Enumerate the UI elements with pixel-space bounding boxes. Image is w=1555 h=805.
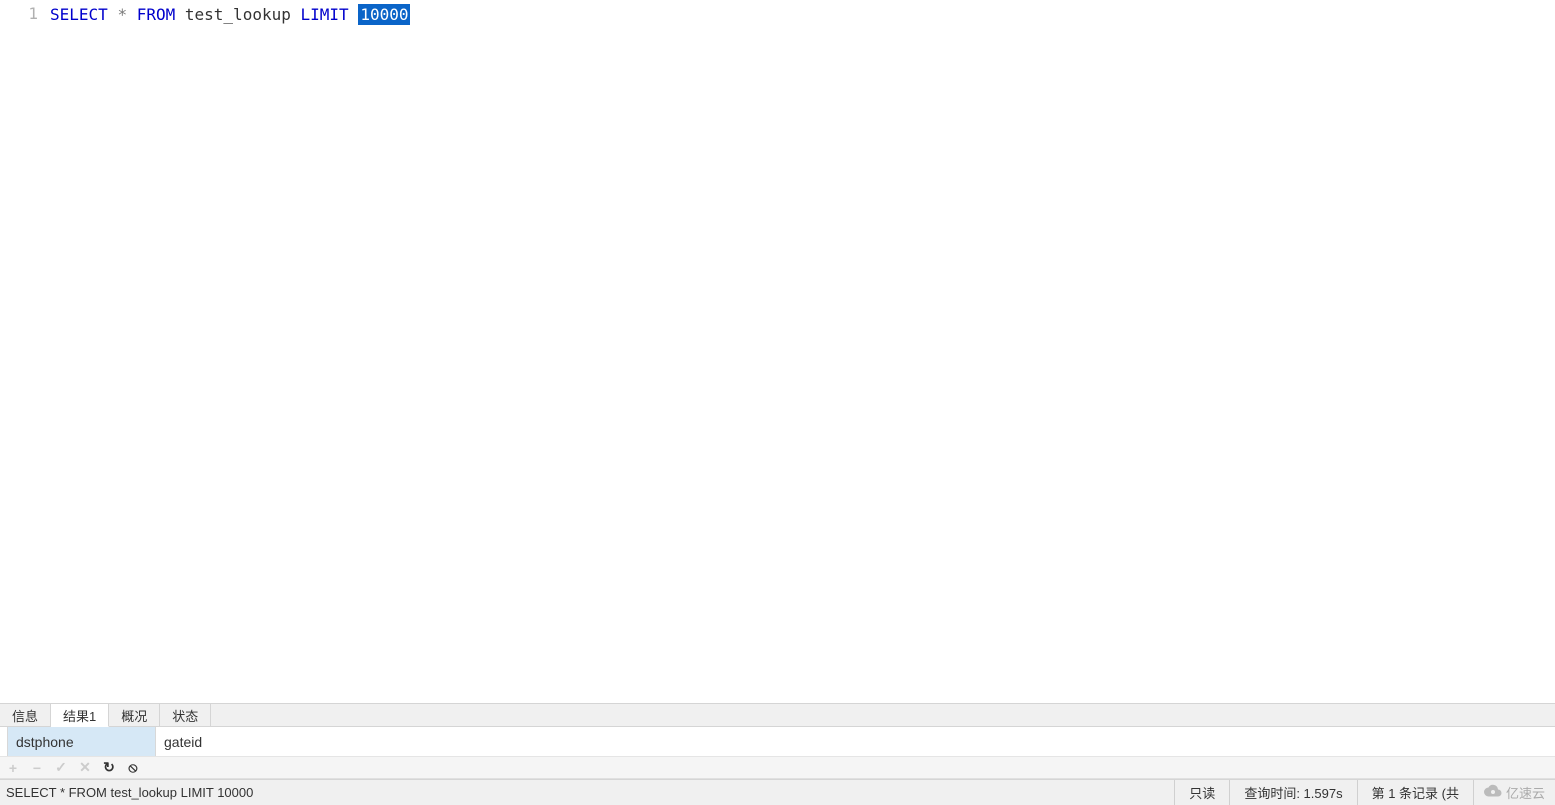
sql-editor[interactable]: 1 SELECT * FROM test_lookup LIMIT 10000 — [0, 0, 1555, 703]
tab-info[interactable]: 信息 — [0, 704, 51, 726]
refresh-button[interactable]: ↻ — [102, 761, 116, 775]
refresh-icon: ↻ — [103, 759, 115, 776]
tab-label: 概况 — [121, 706, 147, 725]
status-query-text: SELECT * FROM test_lookup LIMIT 10000 — [0, 780, 1174, 805]
watermark-text: 亿速云 — [1506, 783, 1545, 802]
readonly-label: 只读 — [1189, 783, 1215, 802]
keyword-limit: LIMIT — [301, 5, 349, 24]
results-tabs: 信息 结果1 概况 状态 — [0, 703, 1555, 727]
cloud-icon — [1484, 783, 1502, 802]
watermark: 亿速云 — [1473, 780, 1555, 805]
tab-status[interactable]: 状态 — [160, 704, 211, 726]
check-icon: ✓ — [55, 759, 67, 776]
tab-profile[interactable]: 概况 — [109, 704, 160, 726]
tab-result1[interactable]: 结果1 — [51, 704, 109, 727]
keyword-from: FROM — [137, 5, 176, 24]
tab-label: 信息 — [12, 706, 38, 725]
record-info-label: 第 1 条记录 (共 — [1372, 783, 1459, 802]
apply-button[interactable]: ✓ — [54, 761, 68, 775]
selected-number: 10000 — [358, 4, 410, 25]
line-gutter: 1 — [0, 0, 50, 703]
minus-icon: − — [33, 760, 41, 776]
column-label: dstphone — [16, 734, 74, 750]
stop-button[interactable]: ⦸ — [126, 761, 140, 775]
cancel-icon: ✕ — [79, 759, 91, 776]
column-header-dstphone[interactable]: dstphone — [8, 727, 156, 756]
column-label: gateid — [164, 734, 202, 750]
row-indicator[interactable] — [0, 727, 8, 756]
tab-label: 结果1 — [63, 706, 96, 725]
status-query-time: 查询时间: 1.597s — [1229, 780, 1356, 805]
column-header-gateid[interactable]: gateid — [156, 727, 228, 756]
status-bar: SELECT * FROM test_lookup LIMIT 10000 只读… — [0, 779, 1555, 805]
status-record-info: 第 1 条记录 (共 — [1357, 780, 1473, 805]
cancel-button[interactable]: ✕ — [78, 761, 92, 775]
status-readonly: 只读 — [1174, 780, 1229, 805]
stop-icon: ⦸ — [128, 759, 137, 776]
add-row-button[interactable]: + — [6, 761, 20, 775]
results-toolbar: + − ✓ ✕ ↻ ⦸ — [0, 757, 1555, 779]
line-number: 1 — [28, 4, 38, 23]
remove-row-button[interactable]: − — [30, 761, 44, 775]
code-content[interactable]: SELECT * FROM test_lookup LIMIT 10000 — [50, 0, 1555, 703]
query-text: SELECT * FROM test_lookup LIMIT 10000 — [6, 785, 253, 800]
tab-label: 状态 — [172, 706, 198, 725]
results-grid-header: dstphone gateid — [0, 727, 1555, 757]
identifier-table: test_lookup — [185, 5, 291, 24]
keyword-select: SELECT — [50, 5, 108, 24]
query-time-label: 查询时间: 1.597s — [1244, 783, 1342, 802]
operator-star: * — [117, 5, 127, 24]
plus-icon: + — [9, 760, 17, 776]
